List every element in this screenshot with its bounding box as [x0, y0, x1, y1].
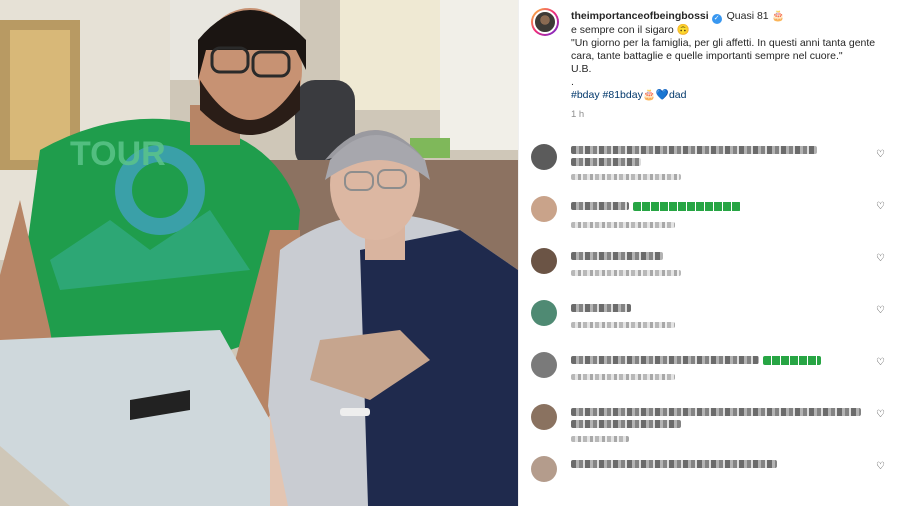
caption-dot: .	[571, 76, 574, 88]
caption-hashtags[interactable]: #bday #81bday🎂💙dad	[571, 89, 686, 101]
comment-item: ♡	[531, 244, 890, 296]
comment-item: ♡	[531, 400, 890, 452]
comment-meta-blurred	[571, 270, 681, 276]
comment-meta-blurred	[571, 174, 681, 180]
comment-item: ♡	[531, 140, 890, 192]
caption-first-line: Quasi 81 🎂	[726, 10, 785, 22]
comment-text-blurred	[571, 304, 631, 312]
comment-avatar[interactable]	[531, 196, 557, 222]
comment-text-blurred	[571, 158, 641, 166]
comment-text-blurred	[571, 202, 629, 210]
heart-icon[interactable]: ♡	[876, 254, 886, 264]
caption-signature: U.B.	[571, 63, 592, 75]
comment-meta-blurred	[571, 374, 675, 380]
post-side-panel: theimportanceofbeingbossi ✓ Quasi 81 🎂 e …	[518, 0, 900, 506]
comment-avatar[interactable]	[531, 456, 557, 482]
comment-avatar[interactable]	[531, 144, 557, 170]
heart-icon[interactable]: ♡	[876, 202, 886, 212]
caption-quote: "Un giorno per la famiglia, per gli affe…	[571, 37, 876, 62]
heart-icon[interactable]: ♡	[876, 358, 886, 368]
heart-icon[interactable]: ♡	[876, 462, 886, 472]
post-photo[interactable]: TOUR	[0, 0, 518, 506]
svg-text:TOUR: TOUR	[70, 135, 166, 173]
comment-meta-blurred	[571, 222, 675, 228]
comment-avatar[interactable]	[531, 248, 557, 274]
author-username[interactable]: theimportanceofbeingbossi	[571, 10, 709, 22]
comment-item: ♡	[531, 452, 890, 504]
comment-text-blurred	[571, 420, 681, 428]
author-avatar-image	[533, 10, 557, 34]
comments-list: ♡ ♡ ♡ ♡ ♡ ♡ ♡	[531, 140, 890, 504]
comment-avatar[interactable]	[531, 404, 557, 430]
comment-emoji-blurred	[633, 202, 741, 211]
heart-icon[interactable]: ♡	[876, 150, 886, 160]
heart-icon[interactable]: ♡	[876, 306, 886, 316]
comment-meta-blurred	[571, 436, 629, 442]
comment-text-blurred	[571, 460, 777, 468]
comment-meta-blurred	[571, 322, 675, 328]
comment-item: ♡	[531, 348, 890, 400]
comment-text-blurred	[571, 146, 817, 154]
comment-emoji-blurred	[763, 356, 821, 365]
comment-avatar[interactable]	[531, 300, 557, 326]
comment-text-blurred	[571, 252, 663, 260]
comment-text-blurred	[571, 408, 861, 416]
post-timestamp: 1 h	[571, 109, 585, 120]
comment-text-blurred	[571, 356, 759, 364]
heart-icon[interactable]: ♡	[876, 410, 886, 420]
comment-avatar[interactable]	[531, 352, 557, 378]
comment-item: ♡	[531, 192, 890, 244]
caption-second-line: e sempre con il sigaro 🙃	[571, 24, 690, 36]
caption-text: theimportanceofbeingbossi ✓ Quasi 81 🎂 e …	[571, 10, 890, 121]
photo-illustration: TOUR	[0, 0, 518, 506]
verified-icon: ✓	[711, 14, 722, 24]
instagram-post-view: TOUR theimportanceofbeingbossi ✓ Quasi 8…	[0, 0, 900, 506]
comment-item: ♡	[531, 296, 890, 348]
author-avatar[interactable]	[531, 8, 559, 36]
